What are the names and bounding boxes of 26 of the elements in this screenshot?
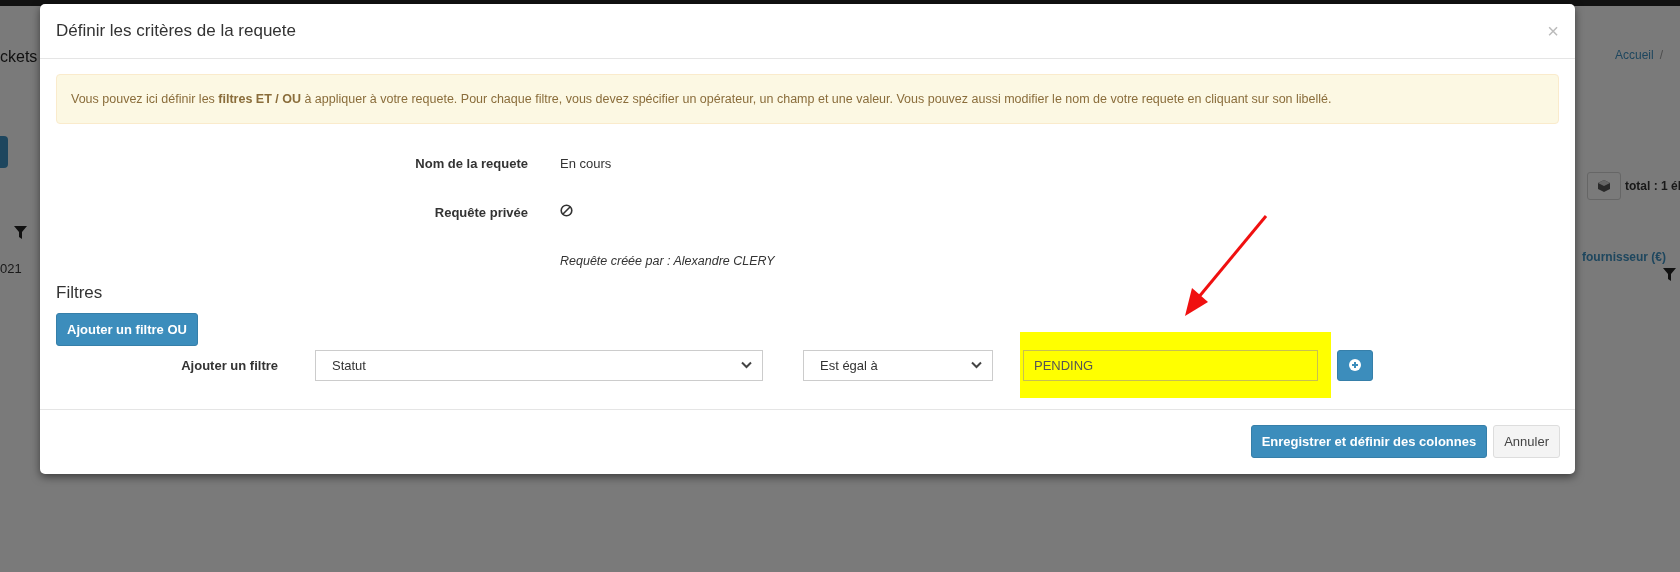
cube-icon (1597, 179, 1611, 193)
cancel-button[interactable]: Annuler (1493, 425, 1560, 458)
breadcrumb-separator: / (1659, 48, 1664, 62)
save-button[interactable]: Enregistrer et définir des colonnes (1250, 425, 1488, 458)
box-button[interactable] (1587, 172, 1621, 200)
add-or-filter-button[interactable]: Ajouter un filtre OU (56, 313, 198, 346)
field-label: Ajouter un filtre (180, 357, 278, 373)
page-title: ckets (0, 48, 39, 66)
modal-title: Définir les critères de la requete (56, 21, 296, 41)
select-field[interactable]: Statut (315, 349, 763, 381)
add-button[interactable] (1337, 349, 1373, 381)
select-field[interactable]: Est égal à (803, 349, 993, 381)
section-heading: Filtres (56, 283, 104, 303)
chevron-down-icon (971, 361, 982, 369)
query-name[interactable]: En cours (560, 155, 1559, 171)
field-label: Requête privée (433, 204, 528, 220)
input-field[interactable]: PENDING (1023, 349, 1318, 381)
plus-circle-icon (1349, 359, 1361, 371)
filter-icon (14, 226, 27, 239)
info-notice: Vous pouvez ici définir les filtres ET / OU à appliquer à votre requete. Pour chaque filtre, vous devez spécifier un opérateur, un champ et une valeur. Vous pouvez aussi modifier le nom de votre requete en cliquant sur son libellé. (56, 74, 1559, 124)
table-cell-text: 021 (0, 261, 23, 276)
total-count: total : 1 él (1625, 179, 1680, 193)
field-label: Nom de la requete (414, 155, 528, 171)
filter-icon (1663, 268, 1676, 281)
creator-note: Requête créée par : Alexandre CLERY (560, 254, 776, 268)
chevron-down-icon (741, 361, 752, 369)
